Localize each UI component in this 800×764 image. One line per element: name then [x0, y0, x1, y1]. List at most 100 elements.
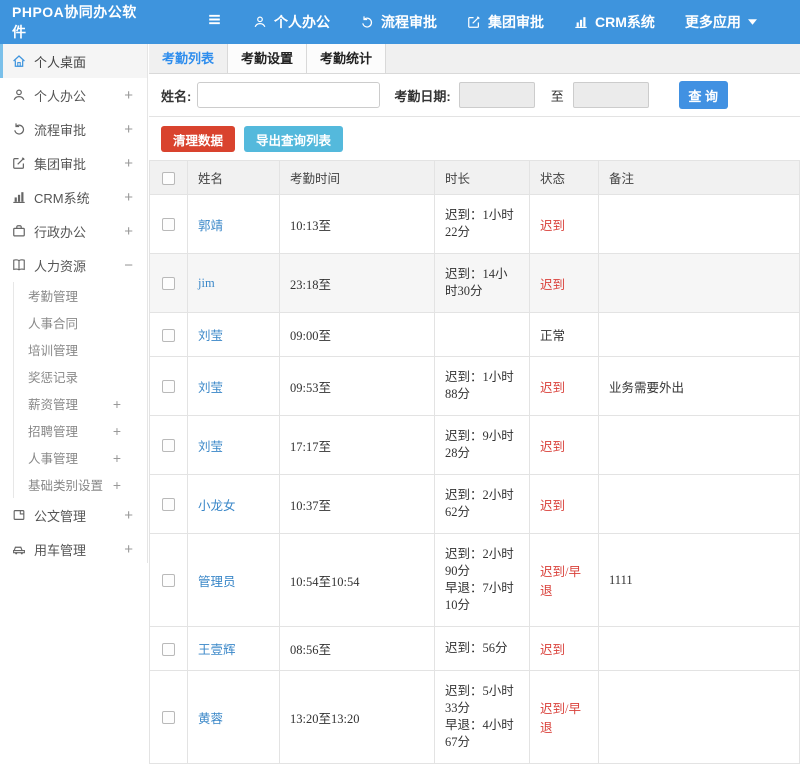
sidebar-subitem-4[interactable]: 奖惩记录: [14, 363, 147, 390]
status-cell: 迟到: [530, 627, 599, 671]
row-checkbox[interactable]: [162, 277, 175, 290]
sidebar-item-3[interactable]: 流程审批+: [0, 112, 147, 146]
sidebar-subitem-label: 奖惩记录: [28, 367, 121, 386]
sidebar-item-label: CRM系统: [34, 188, 124, 207]
sidebar-item-4[interactable]: 集团审批+: [0, 146, 147, 180]
status-badge: 迟到: [540, 381, 565, 395]
name-cell: 黄蓉: [188, 671, 280, 764]
row-checkbox[interactable]: [162, 380, 175, 393]
sidebar-item-label: 用车管理: [34, 540, 124, 559]
expand-icon[interactable]: +: [124, 189, 133, 206]
select-all-checkbox[interactable]: [162, 172, 175, 185]
sidebar-item-label: 人力资源: [34, 256, 124, 275]
column-header: 备注: [599, 161, 800, 195]
row-checkbox[interactable]: [162, 439, 175, 452]
time-cell: 08:56至: [280, 627, 435, 671]
employee-name-link[interactable]: 管理员: [198, 575, 236, 589]
export-list-button[interactable]: 导出查询列表: [244, 126, 343, 152]
sidebar-subitem-5[interactable]: 薪资管理+: [14, 390, 147, 417]
name-cell: 刘莹: [188, 416, 280, 475]
sidebar-item-6[interactable]: 行政办公+: [0, 214, 147, 248]
checkbox-cell: [150, 475, 188, 534]
top-nav-item-3[interactable]: 集团审批: [467, 12, 544, 32]
search-button[interactable]: 查 询: [679, 81, 728, 109]
sidebar-subitem-2[interactable]: 人事合同: [14, 309, 147, 336]
filter-bar: 姓名: 考勤日期: 至 查 询: [149, 74, 800, 117]
employee-name-link[interactable]: 郭靖: [198, 219, 223, 233]
row-checkbox[interactable]: [162, 218, 175, 231]
employee-name-link[interactable]: 小龙女: [198, 499, 236, 513]
table-row: 刘莹17:17至迟到：9小时28分迟到: [150, 416, 800, 475]
checkbox-cell: [150, 254, 188, 313]
tab-3[interactable]: 考勤统计: [307, 44, 386, 73]
employee-name-link[interactable]: 刘莹: [198, 329, 223, 343]
clean-data-button[interactable]: 清理数据: [161, 126, 235, 152]
top-nav-item-5[interactable]: 更多应用: [685, 12, 757, 32]
row-checkbox[interactable]: [162, 329, 175, 342]
employee-name-link[interactable]: 黄蓉: [198, 712, 223, 726]
sidebar-subitem-6[interactable]: 招聘管理+: [14, 417, 147, 444]
expand-icon[interactable]: +: [124, 223, 133, 240]
top-nav-item-2[interactable]: 流程审批: [360, 12, 437, 32]
row-checkbox[interactable]: [162, 643, 175, 656]
status-cell: 迟到: [530, 254, 599, 313]
expand-icon[interactable]: +: [124, 155, 133, 172]
expand-icon[interactable]: +: [113, 396, 121, 412]
car-icon: [12, 542, 26, 556]
sidebar-item-2[interactable]: 个人办公+: [0, 78, 147, 112]
status-badge: 迟到: [540, 278, 565, 292]
employee-name-link[interactable]: 刘莹: [198, 440, 223, 454]
employee-name-link[interactable]: 王壹辉: [198, 643, 236, 657]
status-cell: 正常: [530, 313, 599, 357]
flow-icon: [360, 15, 374, 29]
status-cell: 迟到: [530, 195, 599, 254]
expand-icon[interactable]: +: [113, 450, 121, 466]
date-from-input[interactable]: [459, 82, 535, 108]
employee-name-link[interactable]: 刘莹: [198, 381, 223, 395]
row-checkbox[interactable]: [162, 498, 175, 511]
tab-1[interactable]: 考勤列表: [149, 44, 228, 73]
row-checkbox[interactable]: [162, 574, 175, 587]
expand-icon[interactable]: +: [124, 507, 133, 524]
name-filter-input[interactable]: [197, 82, 380, 108]
checkbox-cell: [150, 357, 188, 416]
hamburger-menu-button[interactable]: [206, 11, 223, 33]
sidebar-subitem-7[interactable]: 人事管理+: [14, 444, 147, 471]
date-to-input[interactable]: [573, 82, 649, 108]
time-cell: 09:53至: [280, 357, 435, 416]
sidebar-item-9[interactable]: 用车管理+: [0, 532, 147, 563]
sidebar-item-7[interactable]: 人力资源−: [0, 248, 147, 282]
remark-cell: [599, 416, 800, 475]
expand-icon[interactable]: −: [124, 257, 133, 274]
table-header-row: 姓名考勤时间时长状态备注: [150, 161, 800, 195]
sidebar-subitem-label: 考勤管理: [28, 286, 121, 305]
status-badge: 正常: [540, 329, 565, 343]
expand-icon[interactable]: +: [124, 121, 133, 138]
user-icon: [253, 15, 267, 29]
sidebar-subitem-8[interactable]: 基础类别设置+: [14, 471, 147, 498]
tab-2[interactable]: 考勤设置: [228, 44, 307, 73]
status-cell: 迟到: [530, 416, 599, 475]
expand-icon[interactable]: +: [124, 87, 133, 104]
expand-icon[interactable]: +: [113, 477, 121, 493]
remark-cell: [599, 671, 800, 764]
expand-icon[interactable]: +: [113, 423, 121, 439]
sidebar-subitem-1[interactable]: 考勤管理: [14, 282, 147, 309]
sidebar-item-5[interactable]: CRM系统+: [0, 180, 147, 214]
status-badge: 迟到: [540, 219, 565, 233]
table-row: 小龙女10:37至迟到：2小时62分迟到: [150, 475, 800, 534]
sidebar-item-1[interactable]: 个人桌面: [0, 44, 147, 78]
name-cell: 管理员: [188, 534, 280, 627]
top-nav-item-4[interactable]: CRM系统: [574, 12, 655, 32]
status-cell: 迟到/早退: [530, 534, 599, 627]
expand-icon[interactable]: +: [124, 541, 133, 558]
sidebar-subitem-3[interactable]: 培训管理: [14, 336, 147, 363]
name-cell: 刘莹: [188, 313, 280, 357]
row-checkbox[interactable]: [162, 711, 175, 724]
employee-name-link[interactable]: jim: [198, 276, 215, 290]
top-nav-item-1[interactable]: 个人办公: [253, 12, 330, 32]
time-cell: 17:17至: [280, 416, 435, 475]
sidebar-item-8[interactable]: 公文管理+: [0, 498, 147, 532]
duration-cell: 迟到：2小时90分早退：7小时10分: [435, 534, 530, 627]
name-cell: 小龙女: [188, 475, 280, 534]
